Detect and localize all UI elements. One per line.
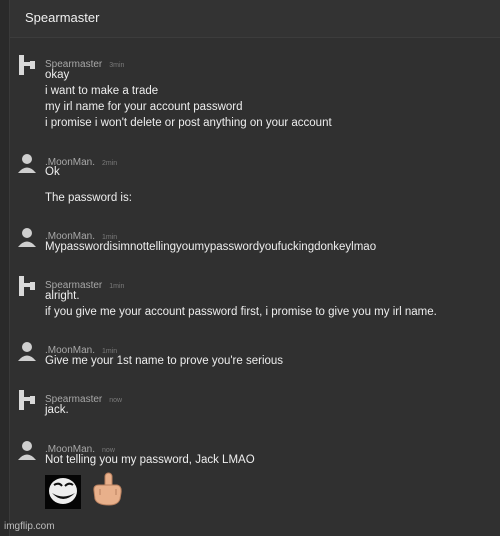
user-silhouette-icon[interactable] — [16, 152, 38, 174]
message-timestamp: 3min — [109, 62, 125, 69]
message-timestamp: 1min — [109, 283, 125, 290]
message-text: jack. — [45, 404, 69, 416]
message-text: Ok — [45, 166, 60, 178]
message-timestamp: now — [102, 447, 115, 454]
castle-rook-icon[interactable] — [16, 275, 38, 297]
message-text: okay — [45, 69, 70, 81]
message-text: i promise i won't delete or post anythin… — [45, 117, 332, 129]
message-text: Give me your 1st name to prove you're se… — [45, 355, 284, 367]
page-title: Spearmaster — [25, 10, 100, 25]
castle-rook-icon[interactable] — [16, 54, 38, 76]
user-silhouette-icon[interactable] — [16, 439, 38, 461]
message-timestamp: 1min — [102, 234, 118, 241]
message-text: my irl name for your account password — [45, 101, 243, 113]
chat-header: Spearmaster — [10, 0, 500, 38]
chat-log: Spearmaster 3min okay i want to make a tr… — [10, 38, 500, 536]
user-silhouette-icon[interactable] — [16, 340, 38, 362]
message-timestamp: now — [109, 397, 123, 404]
message-timestamp: 1min — [102, 348, 118, 355]
message-text: Mypasswordisimnottellingyoumypasswordyou… — [45, 241, 377, 253]
castle-rook-icon[interactable] — [16, 389, 38, 411]
user-silhouette-icon[interactable] — [16, 226, 38, 248]
left-strip — [0, 0, 10, 536]
message-text: alright. — [45, 290, 80, 302]
message-text: i want to make a trade — [45, 85, 159, 97]
trollface-emoji[interactable] — [45, 475, 81, 509]
message-text: if you give me your account password fir… — [45, 306, 437, 318]
message-timestamp: 2min — [102, 160, 118, 167]
middle-finger-emoji[interactable] — [89, 471, 125, 507]
message-text: The password is: — [45, 192, 132, 204]
watermark: imgflip.com — [4, 521, 55, 532]
message-text: Not telling you my password, Jack LMAO — [45, 454, 255, 466]
